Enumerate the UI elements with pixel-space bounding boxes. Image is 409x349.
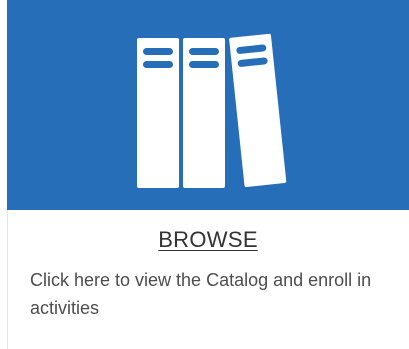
card-description: Click here to view the Catalog and enrol… — [30, 270, 372, 318]
browse-card[interactable]: BROWSE Click here to view the Catalog an… — [7, 0, 409, 349]
browse-link[interactable]: BROWSE — [7, 226, 409, 254]
books-icon — [137, 33, 287, 188]
card-banner — [7, 0, 409, 210]
